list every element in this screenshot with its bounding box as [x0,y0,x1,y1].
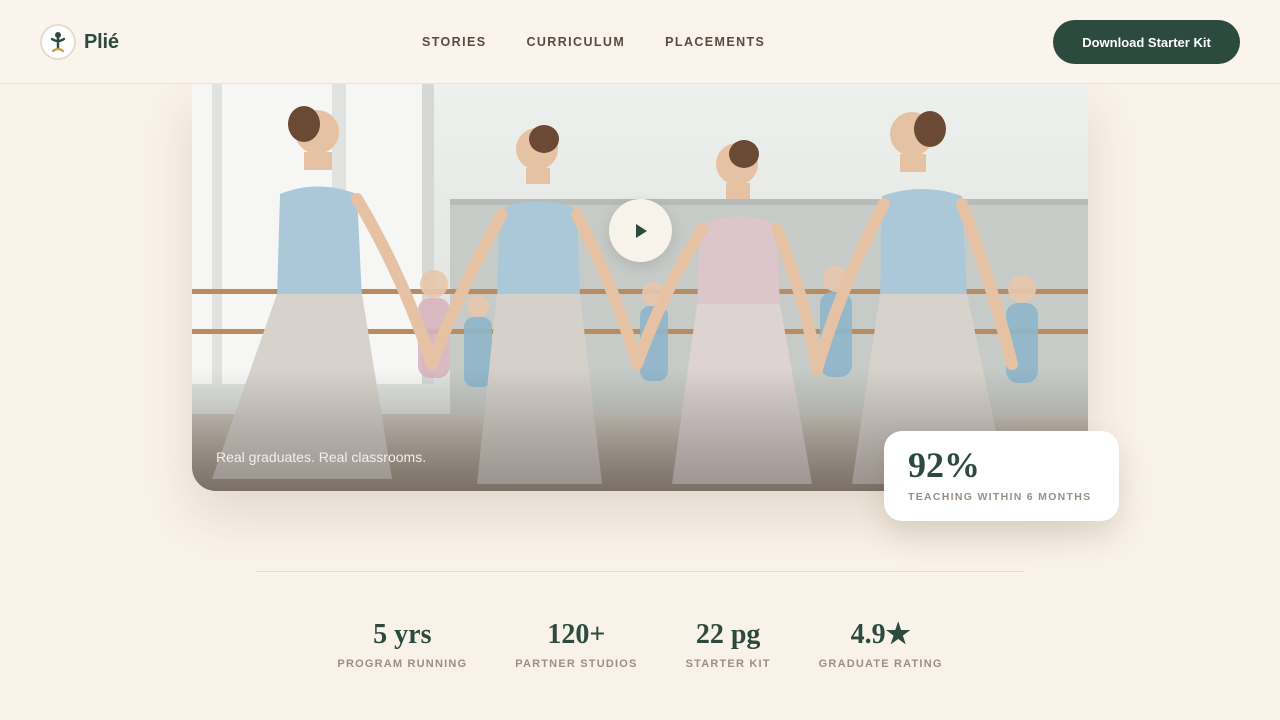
brand-logo[interactable]: Plié [40,24,119,60]
nav-curriculum[interactable]: CURRICULUM [526,35,625,49]
stat-studios: 120+ PARTNER STUDIOS [515,619,638,671]
play-button[interactable] [609,199,672,262]
section-divider [256,571,1024,572]
stats-row: 5 yrs PROGRAM RUNNING 120+ PARTNER STUDI… [316,619,964,671]
stat-value: 22 pg [695,619,761,650]
hero-video[interactable]: Real graduates. Real classrooms. [192,84,1088,491]
hero-caption: Real graduates. Real classrooms. [216,449,427,465]
stat-value: 5 yrs [373,619,432,650]
placement-label: TEACHING WITHIN 6 MONTHS [908,491,1092,503]
stat-starter-kit: 22 pg STARTER KIT [685,619,771,671]
nav-placements[interactable]: PLACEMENTS [665,35,765,49]
brand-name: Plié [84,30,119,53]
stat-value: 120+ [547,619,606,650]
stat-value: 4.9★ [850,619,911,650]
placement-rate: 92% [908,445,980,485]
stat-label: PARTNER STUDIOS [515,658,638,670]
stat-label: GRADUATE RATING [818,658,943,670]
nav-stories[interactable]: STORIES [422,35,486,49]
download-starter-kit-button[interactable]: Download Starter Kit [1053,20,1240,64]
placement-stat-card: 92% TEACHING WITHIN 6 MONTHS [884,431,1119,521]
hero-photo [192,84,1088,491]
site-header: Plié STORIES CURRICULUM PLACEMENTS Downl… [0,0,1280,84]
dancer-logo-icon [40,24,76,60]
stat-label: PROGRAM RUNNING [337,658,468,670]
main-nav: STORIES CURRICULUM PLACEMENTS [422,35,765,49]
stat-program: 5 yrs PROGRAM RUNNING [337,619,468,671]
play-icon [635,223,647,238]
stat-label: STARTER KIT [685,658,771,670]
stat-rating: 4.9★ GRADUATE RATING [818,619,943,671]
